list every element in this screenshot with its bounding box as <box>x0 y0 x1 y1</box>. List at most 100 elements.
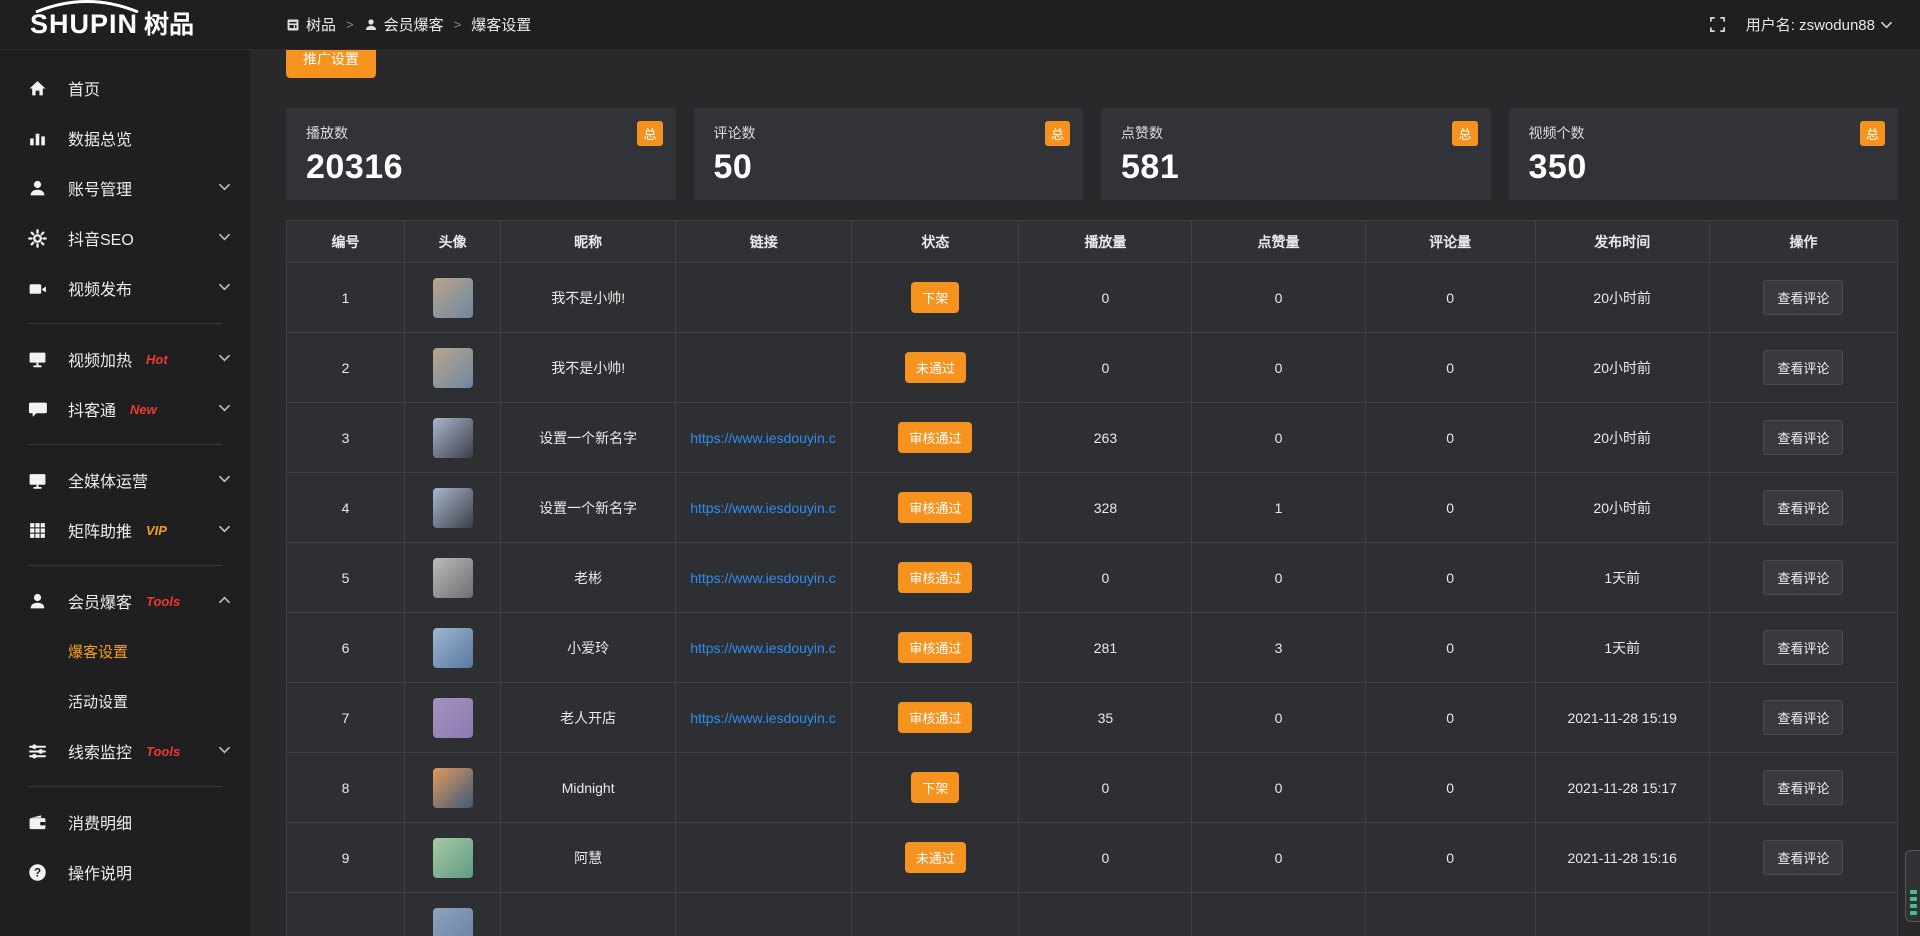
accounts-table: 编号头像昵称链接状态播放量点赞量评论量发布时间操作 1我不是小帅!下架00020… <box>286 220 1898 936</box>
status-button[interactable]: 审核通过 <box>898 562 972 593</box>
cell-actions: 查看评论 <box>1709 683 1897 753</box>
sidebar-item-douketong[interactable]: 抖客通New <box>0 384 250 434</box>
sidebar-item-label: 消费明细 <box>68 810 132 834</box>
cell-comments: 0 <box>1365 333 1535 403</box>
breadcrumb-item-3[interactable]: 爆客设置 <box>471 14 531 35</box>
cell-comments: 0 <box>1365 613 1535 683</box>
sidebar-item-label: 抖音SEO <box>68 226 134 250</box>
table-row: 8Midnight下架0002021-11-28 15:17查看评论 <box>287 753 1898 823</box>
cell-nickname: 老彬 <box>501 543 676 613</box>
breadcrumb-item-1[interactable]: 树品 <box>286 14 336 35</box>
status-button[interactable]: 审核通过 <box>898 632 972 663</box>
status-button[interactable]: 未通过 <box>905 842 966 873</box>
cell-actions <box>1709 893 1897 936</box>
stat-card-3: 点赞数581总 <box>1101 108 1491 200</box>
table-row <box>287 893 1898 936</box>
sidebar-item-activity-settings[interactable]: 活动设置 <box>0 676 250 726</box>
sidebar-item-home[interactable]: 首页 <box>0 63 250 113</box>
cell-link <box>676 753 852 823</box>
sidebar-item-label: 活动设置 <box>68 691 128 712</box>
view-comments-button[interactable]: 查看评论 <box>1763 280 1843 315</box>
widget-dot <box>1910 890 1917 894</box>
cell-actions: 查看评论 <box>1709 543 1897 613</box>
view-comments-button[interactable]: 查看评论 <box>1763 840 1843 875</box>
user-icon <box>28 179 47 198</box>
cell-status: 未通过 <box>852 823 1019 893</box>
sidebar-item-data-overview[interactable]: 数据总览 <box>0 113 250 163</box>
cell-plays: 35 <box>1019 683 1192 753</box>
cell-likes: 0 <box>1192 753 1365 823</box>
sidebar-item-video-publish[interactable]: 视频发布 <box>0 263 250 313</box>
cell-nickname: 设置一个新名字 <box>501 403 676 473</box>
status-button[interactable]: 审核通过 <box>898 422 972 453</box>
status-button[interactable]: 审核通过 <box>898 492 972 523</box>
sidebar-item-label: 全媒体运营 <box>68 468 148 492</box>
avatar <box>433 488 473 528</box>
cell-actions: 查看评论 <box>1709 263 1897 333</box>
sidebar-item-member-baoke[interactable]: 会员爆客Tools <box>0 576 250 626</box>
fullscreen-icon[interactable] <box>1709 16 1726 33</box>
account-link[interactable]: https://www.iesdouyin.c <box>690 640 836 656</box>
view-comments-button[interactable]: 查看评论 <box>1763 770 1843 805</box>
cell-plays: 0 <box>1019 333 1192 403</box>
cell-status: 审核通过 <box>852 543 1019 613</box>
sidebar-item-matrix-boost[interactable]: 矩阵助推VIP <box>0 505 250 555</box>
sidebar-item-omnimedia-operation[interactable]: 全媒体运营 <box>0 455 250 505</box>
sidebar-divider <box>28 786 222 787</box>
cell-likes: 0 <box>1192 403 1365 473</box>
cell-publish-time: 1天前 <box>1535 543 1709 613</box>
view-comments-button[interactable]: 查看评论 <box>1763 490 1843 525</box>
sidebar-badge-tools: Tools <box>146 744 180 759</box>
cell-comments: 0 <box>1365 263 1535 333</box>
cell-status: 未通过 <box>852 333 1019 403</box>
status-button[interactable]: 审核通过 <box>898 702 972 733</box>
status-button[interactable]: 下架 <box>911 772 959 803</box>
sidebar-divider <box>28 565 222 566</box>
sidebar-item-clue-monitor[interactable]: 线索监控Tools <box>0 726 250 776</box>
cell-publish-time: 20小时前 <box>1535 263 1709 333</box>
stat-card-label: 视频个数 <box>1529 123 1879 143</box>
chat-icon <box>28 400 47 419</box>
sidebar-item-douyin-seo[interactable]: 抖音SEO <box>0 213 250 263</box>
cell-id: 3 <box>287 403 405 473</box>
floating-widget[interactable] <box>1905 850 1920 922</box>
cell-status: 审核通过 <box>852 683 1019 753</box>
chevron-down-icon <box>219 283 230 291</box>
view-comments-button[interactable]: 查看评论 <box>1763 700 1843 735</box>
breadcrumb-item-2[interactable]: 会员爆客 <box>364 14 444 35</box>
view-comments-button[interactable]: 查看评论 <box>1763 420 1843 455</box>
cell-comments: 0 <box>1365 753 1535 823</box>
view-comments-button[interactable]: 查看评论 <box>1763 560 1843 595</box>
chevron-down-icon <box>219 746 230 754</box>
account-link[interactable]: https://www.iesdouyin.c <box>690 570 836 586</box>
account-link[interactable]: https://www.iesdouyin.c <box>690 430 836 446</box>
username-dropdown[interactable]: 用户名: zswodun88 <box>1746 14 1892 35</box>
status-button[interactable]: 未通过 <box>905 352 966 383</box>
status-button[interactable]: 下架 <box>911 282 959 313</box>
chart-icon <box>28 129 47 148</box>
sidebar-item-consumption-details[interactable]: 消费明细 <box>0 797 250 847</box>
avatar <box>433 908 473 936</box>
cell-comments <box>1365 893 1535 936</box>
sidebar-divider <box>28 323 222 324</box>
cell-comments: 0 <box>1365 403 1535 473</box>
account-link[interactable]: https://www.iesdouyin.c <box>690 500 836 516</box>
sidebar-item-baoke-settings[interactable]: 爆客设置 <box>0 626 250 676</box>
view-comments-button[interactable]: 查看评论 <box>1763 350 1843 385</box>
sliders-icon <box>28 742 47 761</box>
sidebar-item-operation-guide[interactable]: 操作说明 <box>0 847 250 897</box>
avatar <box>433 278 473 318</box>
chevron-up-icon <box>219 596 230 604</box>
view-comments-button[interactable]: 查看评论 <box>1763 630 1843 665</box>
sidebar-item-label: 首页 <box>68 76 100 100</box>
column-header: 链接 <box>676 221 852 263</box>
breadcrumb-label: 爆客设置 <box>471 14 531 35</box>
sidebar-item-video-heat[interactable]: 视频加热Hot <box>0 334 250 384</box>
user-icon <box>364 18 378 32</box>
sidebar-item-account-management[interactable]: 账号管理 <box>0 163 250 213</box>
cell-publish-time: 2021-11-28 15:16 <box>1535 823 1709 893</box>
sidebar-badge-hot: Hot <box>146 352 168 367</box>
account-link[interactable]: https://www.iesdouyin.c <box>690 710 836 726</box>
cell-status: 审核通过 <box>852 473 1019 543</box>
avatar <box>433 768 473 808</box>
